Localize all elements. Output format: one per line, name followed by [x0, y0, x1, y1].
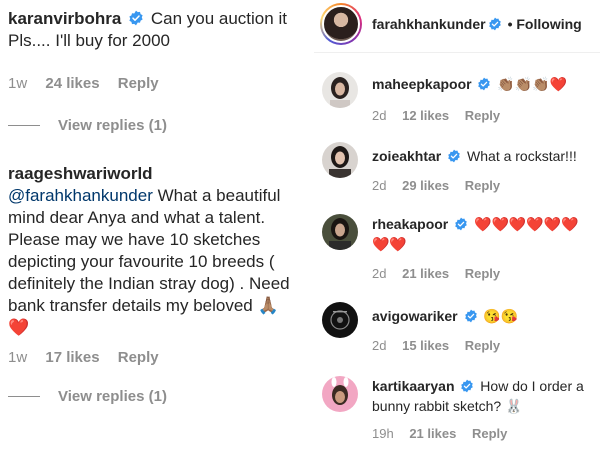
verified-badge-icon	[460, 379, 474, 393]
avatar[interactable]	[322, 376, 358, 412]
mention-link[interactable]: @farahkhankunder	[8, 186, 153, 205]
left-comments-panel: karanvirbohra Can you auction it Pls....…	[0, 0, 300, 450]
replies-line-icon	[8, 396, 40, 397]
header-username[interactable]: farahkhankunder	[372, 16, 486, 32]
comment-username[interactable]: maheepkapoor	[372, 76, 472, 92]
comment-meta: 1w 17 likes Reply	[8, 349, 173, 366]
verified-badge-icon	[454, 217, 468, 231]
comment-username[interactable]: kartikaaryan	[372, 378, 455, 394]
comment-time[interactable]: 2d	[372, 178, 386, 193]
comment-meta: 2d 29 likes Reply	[372, 178, 512, 193]
verified-badge-icon	[477, 77, 491, 91]
reply-button[interactable]: Reply	[465, 108, 500, 123]
reply-button[interactable]: Reply	[118, 75, 159, 92]
view-replies-button[interactable]: View replies (1)	[8, 388, 167, 405]
comment-time[interactable]: 19h	[372, 426, 394, 441]
comment-karanvirbohra: karanvirbohra Can you auction it Pls....…	[8, 8, 296, 52]
comment-username[interactable]: raageshwariworld	[8, 164, 153, 183]
comment-likes[interactable]: 21 likes	[402, 266, 449, 281]
avatar[interactable]	[322, 72, 358, 108]
comment-username[interactable]: karanvirbohra	[8, 9, 121, 28]
replies-line-icon	[8, 125, 40, 126]
comment-meta: 19h 21 likes Reply	[372, 426, 519, 441]
comment-username[interactable]: zoieakhtar	[372, 148, 441, 164]
comment-time[interactable]: 2d	[372, 266, 386, 281]
avatar[interactable]	[322, 142, 358, 178]
view-replies-label: View replies (1)	[58, 117, 167, 134]
header-divider	[314, 52, 600, 53]
following-button[interactable]: • Following	[508, 16, 582, 32]
comment-likes[interactable]: 29 likes	[402, 178, 449, 193]
comment-username[interactable]: rheakapoor	[372, 216, 448, 232]
verified-badge-icon	[488, 17, 502, 31]
reply-button[interactable]: Reply	[465, 338, 500, 353]
comment-text: 👏🏽👏🏽👏🏽❤️	[497, 76, 568, 92]
comment-meta: 1w 24 likes Reply	[8, 75, 173, 92]
view-replies-label: View replies (1)	[58, 388, 167, 405]
comment-username[interactable]: avigowariker	[372, 308, 458, 324]
verified-badge-icon	[464, 309, 478, 323]
verified-badge-icon	[447, 149, 461, 163]
comment-likes[interactable]: 24 likes	[45, 75, 99, 92]
comment-text: What a rockstar!!!	[467, 148, 577, 164]
comment-raageshwariworld: raageshwariworld @farahkhankunder What a…	[8, 163, 296, 339]
comment-time[interactable]: 2d	[372, 338, 386, 353]
comment-likes[interactable]: 15 likes	[402, 338, 449, 353]
comment-time[interactable]: 1w	[8, 75, 27, 92]
avatar[interactable]	[320, 3, 362, 45]
column-gap	[300, 0, 314, 450]
comment-meta: 2d 12 likes Reply	[372, 108, 512, 123]
comment-likes[interactable]: 17 likes	[45, 349, 99, 366]
view-replies-button[interactable]: View replies (1)	[8, 117, 167, 134]
reply-button[interactable]: Reply	[465, 178, 500, 193]
verified-badge-icon	[128, 10, 144, 26]
comment-text: 😘😘	[483, 308, 519, 324]
comment-time[interactable]: 1w	[8, 349, 27, 366]
comment-meta: 2d 15 likes Reply	[372, 338, 512, 353]
comment-likes[interactable]: 12 likes	[402, 108, 449, 123]
comment-meta: 2d 21 likes Reply	[372, 266, 512, 281]
reply-button[interactable]: Reply	[118, 349, 159, 366]
comment-text: What a beautiful mind dear Anya and what…	[8, 186, 290, 315]
comment-time[interactable]: 2d	[372, 108, 386, 123]
comment-likes[interactable]: 21 likes	[409, 426, 456, 441]
reply-button[interactable]: Reply	[465, 266, 500, 281]
avatar[interactable]	[322, 214, 358, 250]
reply-button[interactable]: Reply	[472, 426, 507, 441]
post-header: farahkhankunder • Following	[314, 0, 600, 48]
avatar[interactable]	[322, 302, 358, 338]
right-comments-panel: farahkhankunder • Following maheepkapoor…	[314, 0, 600, 450]
